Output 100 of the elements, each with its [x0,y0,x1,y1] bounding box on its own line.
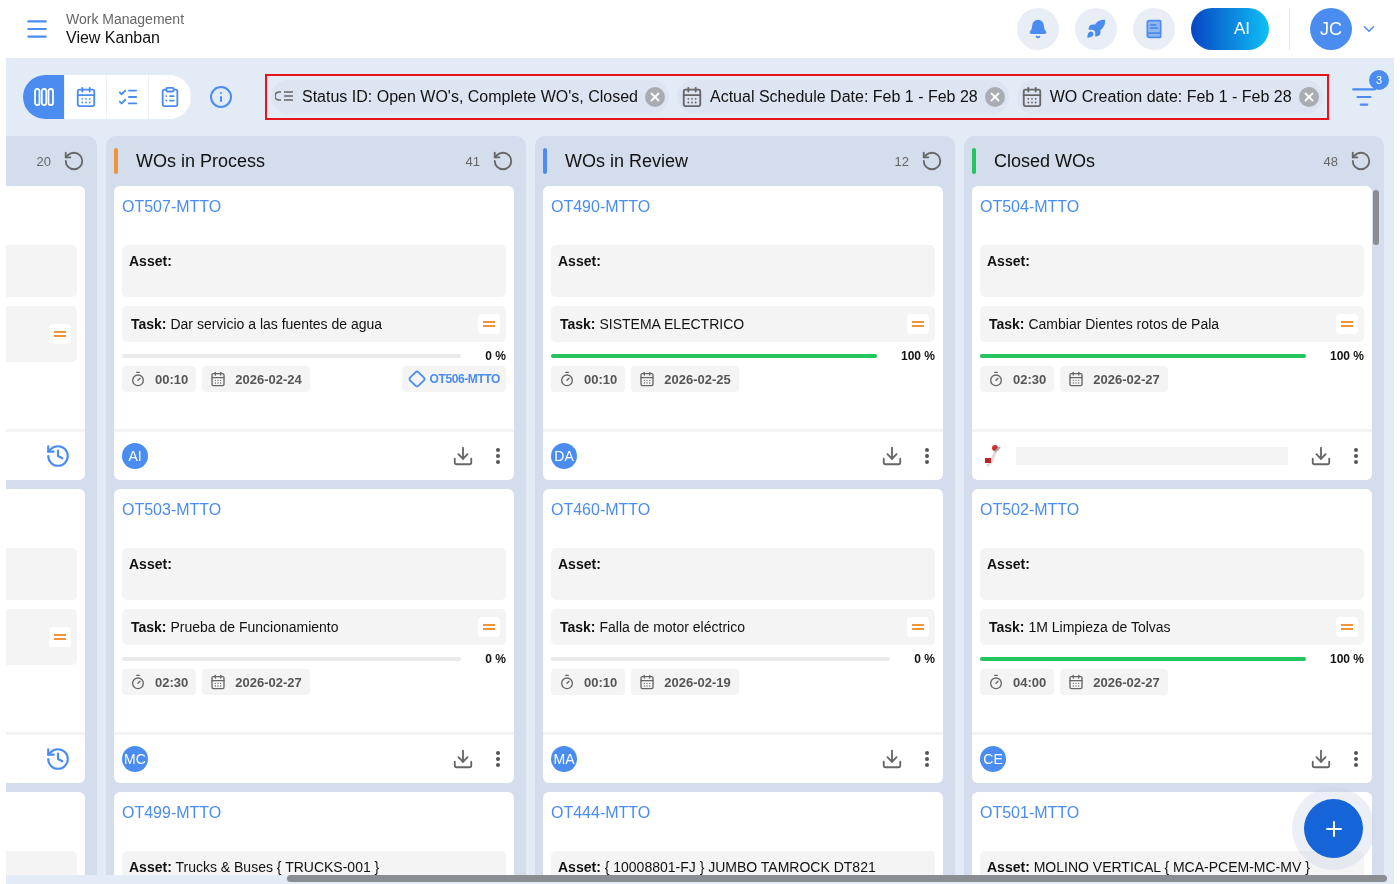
rocket-button[interactable] [1075,8,1117,50]
date-chip: 2026-02-27 [1060,669,1168,695]
download-button[interactable] [881,748,903,770]
work-order-link[interactable]: OT507-MTTO [122,198,222,245]
timer-icon [130,371,146,387]
asset-field: Asset: [980,548,1364,600]
date-chip: 2026-02-19 [631,669,739,695]
history-icon [45,443,71,469]
priority-icon [912,320,924,328]
more-button[interactable] [496,751,500,767]
refresh-button[interactable] [1350,150,1372,172]
refresh-button[interactable] [921,150,943,172]
progress-percent: 100 % [900,349,935,363]
book-button[interactable] [1133,8,1175,50]
more-button[interactable] [1354,751,1358,767]
download-icon [452,445,474,467]
download-icon [452,748,474,770]
refresh-button[interactable] [63,150,85,172]
task-field: Task: Falla de motor eléctrico [551,609,935,645]
linked-order-link[interactable]: OT506-MTTO [401,366,506,392]
timer-icon [559,674,575,690]
download-button[interactable] [452,748,474,770]
vertical-scrollbar[interactable] [1373,190,1379,245]
asset-field: Asset: [551,548,935,600]
calendar-icon [210,371,227,387]
work-order-link[interactable]: OT501-MTTO [980,804,1080,851]
page-title: View Kanban [66,29,161,47]
assignee-avatar[interactable]: MA [551,746,577,772]
priority-icon [1341,320,1353,328]
work-order-link[interactable]: OT503-MTTO [122,501,222,548]
info-button[interactable] [209,85,233,109]
more-button[interactable] [925,751,929,767]
date-chip: 2026-02-27 [1060,366,1168,392]
date-chip: 2026-02-27 [202,669,310,695]
calendar-icon [1020,86,1043,108]
work-order-link[interactable]: OT502-MTTO [980,501,1080,548]
progress-percent: 0 % [914,652,935,666]
more-button[interactable] [496,448,500,464]
download-button[interactable] [1310,748,1332,770]
timer-icon [988,674,1004,690]
refresh-button[interactable] [492,150,514,172]
asset-field: Asset: [551,245,935,297]
assignee-avatar[interactable]: CE [980,746,1006,772]
close-icon [989,92,1000,102]
work-order-link[interactable]: OT460-MTTO [551,501,651,548]
close-button[interactable] [645,87,665,107]
ai-button[interactable]: AI [1191,8,1269,50]
history-button[interactable] [45,746,71,772]
calendar-icon [1068,371,1085,387]
assignee-avatar[interactable]: DA [551,443,577,469]
filter-chip[interactable]: Status ID: Open WO's, Complete WO's, Closed [271,80,669,114]
asset-field: Asset: [122,548,506,600]
download-button[interactable] [881,445,903,467]
calendar-icon [639,674,656,690]
duration-chip: 00:10 [551,366,626,392]
assignee-avatar[interactable]: MC [122,746,148,772]
duration-chip: 04:00 [980,669,1055,695]
notifications-button[interactable] [1017,8,1059,50]
work-order-link[interactable]: OT504-MTTO [980,198,1080,245]
assignee-avatar[interactable]: AI [122,443,148,469]
asset-field: Asset: [122,245,506,297]
more-button[interactable] [1354,448,1358,464]
priority-icon [912,623,924,631]
more-button[interactable] [925,448,929,464]
timer-icon [988,371,1004,387]
download-icon [881,748,903,770]
info-icon [209,85,233,109]
task-field: Task: Dar servicio a las fuentes de agua [122,306,506,342]
duration-chip: 02:30 [122,669,197,695]
priority-icon [54,633,66,641]
horizontal-scrollbar[interactable] [287,875,1387,882]
column-title: Closed WOs [994,150,1097,172]
close-button[interactable] [984,87,1005,107]
work-order-link[interactable]: OT444-MTTO [551,804,651,851]
timer-icon [130,674,146,690]
user-avatar[interactable]: JC [1310,8,1352,50]
close-icon [1303,92,1314,102]
asset-field: Asset: MOLINO VERTICAL { MCA-PCEM-MC-MV } [980,851,1364,875]
download-button[interactable] [452,445,474,467]
history-button[interactable] [45,443,71,469]
calendar-icon [210,674,227,690]
download-button[interactable] [1310,445,1332,467]
asset-field: Asset: [980,245,1364,297]
close-button[interactable] [1298,87,1319,107]
work-order-link[interactable]: OT499-MTTO [122,804,222,851]
task-field: Task: Prueba de Funcionamiento [122,609,506,645]
filter-chip[interactable]: WO Creation date: Feb 1 - Feb 28 [1016,80,1323,114]
column-count: 12 [894,153,909,169]
view-tab[interactable] [23,75,65,119]
progress-percent: 100 % [1329,349,1364,363]
task-field: Task: 1M Limpieza de Tolvas [980,609,1364,645]
section-title: Work Management [66,11,185,27]
work-order-link[interactable]: OT490-MTTO [551,198,651,245]
filter-chip[interactable]: Actual Schedule Date: Feb 1 - Feb 28 [677,80,1009,114]
kanban-view-icon [32,86,55,108]
more-icon [925,751,929,767]
priority-icon [54,330,66,338]
progress-percent: 0 % [485,652,506,666]
calendar-icon [681,86,703,108]
download-icon [1310,748,1332,770]
